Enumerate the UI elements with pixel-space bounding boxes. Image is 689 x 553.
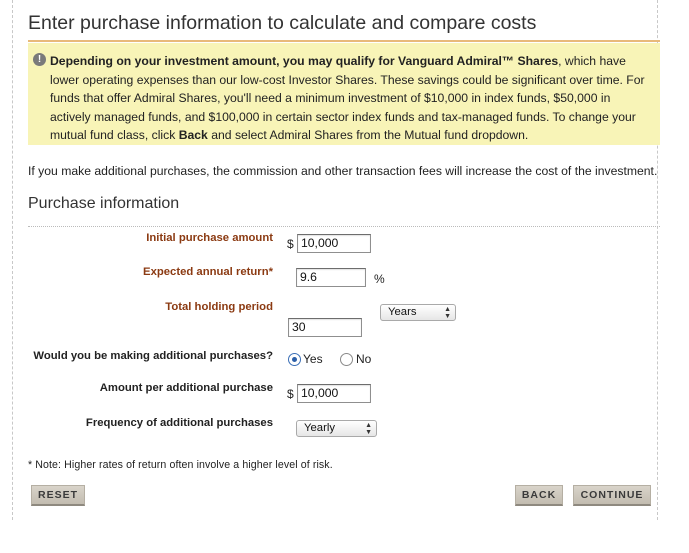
back-button[interactable]: BACK (515, 485, 563, 506)
annual-return-input[interactable]: 9.6 (296, 268, 366, 287)
reset-button[interactable]: RESET (31, 485, 85, 506)
annual-return-label: Expected annual return* (143, 266, 273, 278)
additional-purchases-no-label[interactable]: No (356, 352, 371, 366)
title-divider (28, 40, 660, 42)
exclamation-icon: ! (33, 53, 46, 66)
additional-amount-input[interactable]: 10,000 (297, 384, 371, 403)
section-title: Purchase information (28, 195, 180, 212)
admiral-shares-notice: ! Depending on your investment amount, y… (28, 43, 660, 145)
additional-purchases-yes-label[interactable]: Yes (303, 352, 323, 366)
holding-period-unit-value: Years (388, 306, 417, 318)
left-border (12, 0, 13, 520)
additional-amount-label: Amount per additional purchase (99, 382, 273, 394)
risk-footnote: * Note: Higher rates of return often inv… (28, 459, 333, 471)
initial-amount-label: Initial purchase amount (146, 232, 273, 244)
frequency-label: Frequency of additional purchases (85, 417, 273, 429)
frequency-value: Yearly (304, 422, 335, 434)
select-arrows-icon: ▲ ▼ (365, 422, 372, 436)
holding-period-input[interactable]: 30 (288, 318, 362, 337)
notice-back-word: Back (178, 128, 208, 143)
page-title: Enter purchase information to calculate … (28, 12, 537, 34)
notice-bold-text: Depending on your investment amount, you… (50, 54, 559, 68)
holding-period-label: Total holding period (165, 301, 273, 313)
additional-purchases-yes-radio[interactable] (288, 353, 301, 366)
notice-text-2: and select Admiral Shares from the Mutua… (207, 128, 529, 143)
select-arrows-icon: ▲ ▼ (444, 306, 451, 320)
additional-purchases-label: Would you be making additional purchases… (33, 350, 273, 362)
additional-purchases-no-radio[interactable] (340, 353, 353, 366)
additional-amount-currency: $ (287, 387, 294, 401)
fees-note: If you make additional purchases, the co… (28, 164, 658, 178)
continue-button[interactable]: CONTINUE (573, 485, 651, 506)
initial-amount-input[interactable]: 10,000 (297, 234, 371, 253)
annual-return-unit: % (374, 272, 385, 286)
initial-amount-currency: $ (287, 237, 294, 251)
section-divider (28, 226, 660, 227)
frequency-select[interactable]: Yearly ▲ ▼ (296, 420, 377, 437)
holding-period-unit-select[interactable]: Years ▲ ▼ (380, 304, 456, 321)
